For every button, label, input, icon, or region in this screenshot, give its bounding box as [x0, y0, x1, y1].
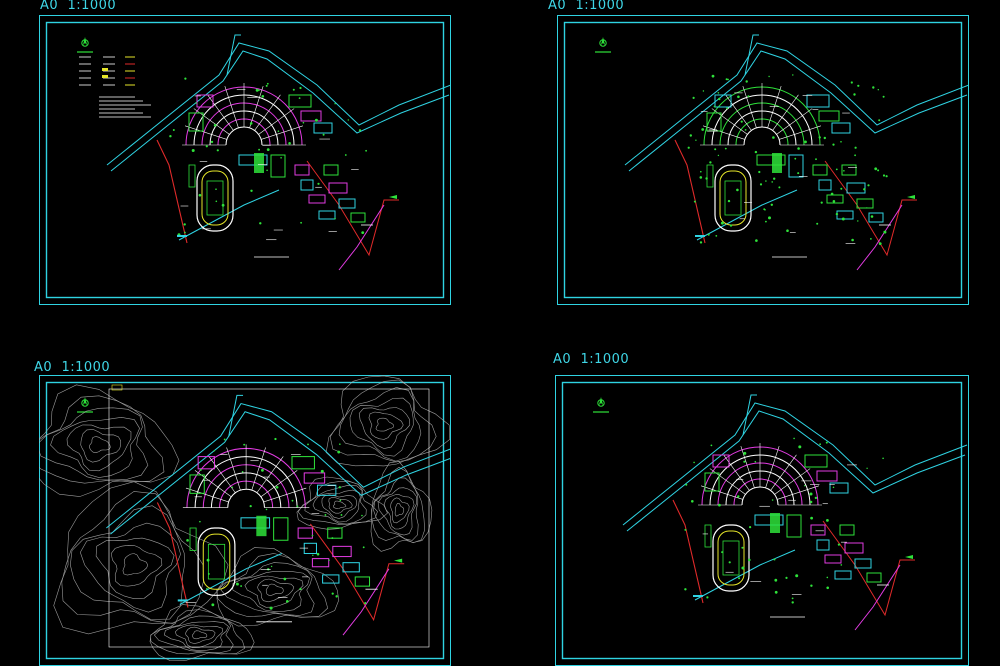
gate-mark: [177, 599, 188, 602]
landscape-dots: [684, 437, 884, 604]
outer-frame: [39, 15, 451, 305]
sheet-3-drawing[interactable]: [39, 375, 451, 666]
sheet-1-scale: 1:1000: [67, 0, 117, 13]
sports-track: [704, 524, 750, 592]
gym-block: [256, 515, 267, 537]
sheet-1-svg: [39, 15, 451, 305]
site-plan: [622, 394, 968, 631]
inner-frame: [561, 381, 963, 660]
sheet-1-paper: A0: [40, 0, 59, 13]
entrance-arrow-icon: [907, 195, 915, 199]
site-plan: [106, 34, 451, 271]
inner-frame: [563, 21, 963, 299]
sheet-1-drawing[interactable]: [39, 15, 451, 305]
outer-frame: [557, 15, 969, 305]
sheet-2-scale: 1:1000: [575, 0, 625, 13]
site-boundary-south: [338, 204, 385, 271]
sheet-4-drawing[interactable]: [555, 375, 969, 666]
site-boundary-south: [854, 564, 901, 631]
site-boundary-south: [856, 204, 903, 271]
sheet-2-paper: A0: [548, 0, 567, 13]
sheet-2-drawing[interactable]: [557, 15, 969, 305]
entrance-arrow-icon: [394, 558, 403, 563]
gym-block: [772, 153, 782, 173]
site-boundary-south: [342, 568, 390, 636]
sheet-2-label: A0 1:1000: [548, 0, 624, 13]
sheet-3-paper: A0: [34, 360, 53, 375]
fan-buildings: [698, 443, 822, 506]
sheet-4-svg: [555, 375, 969, 666]
sheet-3-label: A0 1:1000: [34, 360, 110, 375]
sheet-4-scale: 1:1000: [580, 352, 630, 367]
site-boundary-west: [674, 139, 706, 244]
north-arrow-icon: [77, 397, 93, 413]
entrance-arrow-icon: [389, 195, 397, 199]
sheet-3-svg: [39, 375, 451, 666]
sports-track: [188, 164, 234, 232]
gate-mark: [695, 235, 705, 237]
site-plan: [624, 34, 969, 271]
north-arrow-icon: [77, 37, 93, 53]
legend-block: [79, 56, 151, 118]
gym-block: [254, 153, 264, 173]
sports-track: [706, 164, 752, 232]
fan-buildings: [182, 444, 310, 508]
road-network: [624, 34, 969, 241]
sheet-4-label: A0 1:1000: [553, 352, 629, 367]
entrance-arrow-icon: [905, 555, 913, 559]
fan-buildings: [182, 83, 306, 146]
north-arrow-icon: [593, 397, 609, 413]
site-boundary-west: [156, 502, 189, 608]
inner-frame: [45, 381, 445, 660]
gate-mark: [693, 595, 703, 597]
site-boundary-west: [156, 139, 188, 244]
gym-block: [770, 513, 780, 533]
sheet-1-label: A0 1:1000: [40, 0, 116, 13]
sheet-3-scale: 1:1000: [61, 360, 111, 375]
sheet-2-svg: [557, 15, 969, 305]
gate-mark: [177, 235, 187, 237]
sports-track: [189, 527, 236, 596]
site-plan: [106, 394, 451, 636]
road-network: [622, 394, 968, 601]
north-arrow-icon: [595, 37, 611, 53]
sheet-4-paper: A0: [553, 352, 572, 367]
outer-frame: [555, 375, 969, 666]
site-boundary-west: [672, 499, 704, 604]
outer-frame: [39, 375, 451, 666]
road-network: [106, 34, 451, 241]
